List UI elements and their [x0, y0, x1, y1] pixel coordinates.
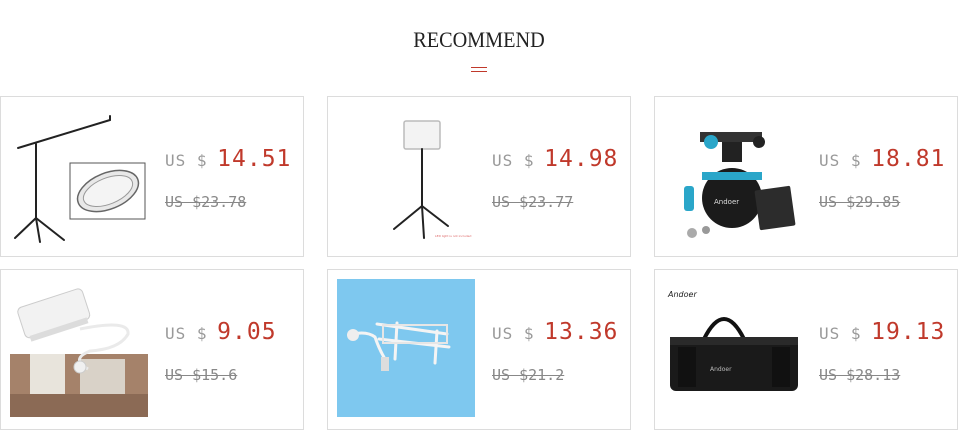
original-price: US $23.78 [165, 193, 247, 211]
bag-brand-text: Andoer [667, 290, 697, 299]
andoer-carry-bag-image[interactable]: Andoer Andoer [664, 279, 802, 417]
product-card[interactable]: LED light is not included US $ 14.98 US … [327, 96, 631, 257]
antenna-mount-image[interactable] [337, 279, 475, 417]
ballhead-brand-text: Andoer [714, 198, 739, 206]
boom-stand-reflector-image[interactable] [10, 106, 148, 244]
bag-label-text: Andoer [710, 366, 732, 373]
sale-price: US $ 14.98 [492, 146, 619, 172]
original-price: US $21.2 [492, 366, 565, 384]
original-price: US $23.77 [492, 193, 574, 211]
product-card[interactable]: US $ 13.36 US $21.2 [327, 269, 631, 430]
sale-price: US $ 18.81 [819, 146, 946, 172]
tripod-ball-head-image[interactable]: Andoer [664, 106, 802, 244]
product-card[interactable]: US $ 14.51 US $23.78 [0, 96, 304, 257]
product-card[interactable]: Andoer US $ 18.81 US $29.85 [654, 96, 958, 257]
product-card[interactable]: US $ 9.05 US $15.6 [0, 269, 304, 430]
product-card[interactable]: Andoer Andoer US $ 19.13 US $28.13 [654, 269, 958, 430]
original-price: US $28.13 [819, 366, 901, 384]
original-price: US $29.85 [819, 193, 901, 211]
sale-price: US $ 14.51 [165, 146, 292, 172]
sale-price: US $ 19.13 [819, 319, 946, 345]
sale-price: US $ 13.36 [492, 319, 619, 345]
original-price: US $15.6 [165, 366, 238, 384]
white-sensor-box-image[interactable] [10, 279, 148, 417]
sale-price: US $ 9.05 [165, 319, 277, 345]
led-light-stand-image[interactable]: LED light is not included [337, 106, 475, 244]
recommend-heading: RECOMMEND [413, 27, 545, 52]
heading-underline-mark [471, 67, 487, 73]
tiny-caption-text: LED light is not included [435, 234, 472, 238]
